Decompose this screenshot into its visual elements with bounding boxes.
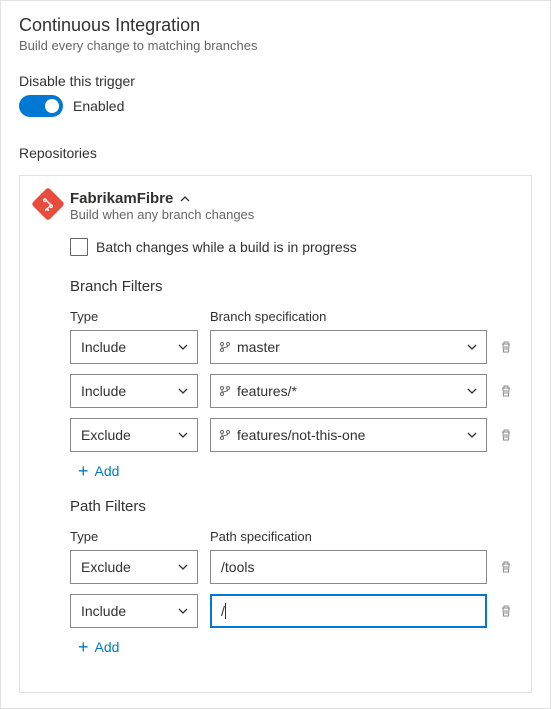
select-value: Exclude [81,427,131,443]
page-subtitle: Build every change to matching branches [19,38,532,53]
batch-changes-checkbox[interactable]: Batch changes while a build is in progre… [70,238,515,256]
filter-type-select[interactable]: Include [70,330,198,364]
type-header: Type [70,309,198,324]
branch-icon [219,341,231,353]
branch-spec-select[interactable]: features/* [210,374,487,408]
plus-icon: + [78,462,89,480]
repo-name: FabrikamFibre [70,190,173,207]
delete-button[interactable] [499,560,515,574]
text-cursor [225,603,226,619]
chevron-down-icon [177,429,189,441]
path-spec-input[interactable]: / [210,594,487,628]
branch-filter-row: Include features/* [70,374,515,408]
filter-type-select[interactable]: Exclude [70,418,198,452]
add-path-filter-button[interactable]: + Add [78,638,515,656]
repository-panel: FabrikamFibre Build when any branch chan… [19,175,532,693]
delete-button[interactable] [499,428,515,442]
filter-type-select[interactable]: Include [70,594,198,628]
enable-toggle[interactable] [19,95,63,117]
branch-spec-select[interactable]: master [210,330,487,364]
path-filters-title: Path Filters [70,498,515,515]
branch-spec-header: Branch specification [210,309,515,324]
add-label: Add [95,639,120,655]
chevron-down-icon [466,385,478,397]
repositories-heading: Repositories [19,145,532,161]
branch-spec-value: features/* [237,383,297,399]
toggle-label: Disable this trigger [19,73,532,89]
chevron-down-icon [177,561,189,573]
select-value: Include [81,339,126,355]
page-title: Continuous Integration [19,15,532,36]
path-spec-input[interactable]: /tools [210,550,487,584]
repo-description: Build when any branch changes [70,207,254,222]
chevron-up-icon [179,193,191,205]
delete-button[interactable] [499,340,515,354]
chevron-down-icon [177,341,189,353]
path-spec-header: Path specification [210,529,515,544]
batch-changes-label: Batch changes while a build is in progre… [96,239,357,255]
git-repo-icon [31,187,65,221]
chevron-down-icon [466,429,478,441]
branch-icon [219,385,231,397]
filter-type-select[interactable]: Exclude [70,550,198,584]
branch-filters-title: Branch Filters [70,278,515,295]
path-filter-row: Include / [70,594,515,628]
branch-filter-row: Exclude features/not-this-one [70,418,515,452]
branch-icon [219,429,231,441]
branch-spec-value: features/not-this-one [237,427,365,443]
select-value: Exclude [81,559,131,575]
add-label: Add [95,463,120,479]
branch-spec-value: master [237,339,280,355]
plus-icon: + [78,638,89,656]
delete-button[interactable] [499,604,515,618]
path-filter-row: Exclude /tools [70,550,515,584]
toggle-state: Enabled [73,98,124,114]
select-value: Include [81,383,126,399]
checkbox-icon [70,238,88,256]
type-header: Type [70,529,198,544]
filter-type-select[interactable]: Include [70,374,198,408]
chevron-down-icon [177,385,189,397]
chevron-down-icon [466,341,478,353]
select-value: Include [81,603,126,619]
delete-button[interactable] [499,384,515,398]
path-spec-value: /tools [221,559,254,575]
add-branch-filter-button[interactable]: + Add [78,462,515,480]
branch-filter-row: Include master [70,330,515,364]
chevron-down-icon [177,605,189,617]
repo-header[interactable]: FabrikamFibre Build when any branch chan… [36,190,515,236]
branch-spec-select[interactable]: features/not-this-one [210,418,487,452]
